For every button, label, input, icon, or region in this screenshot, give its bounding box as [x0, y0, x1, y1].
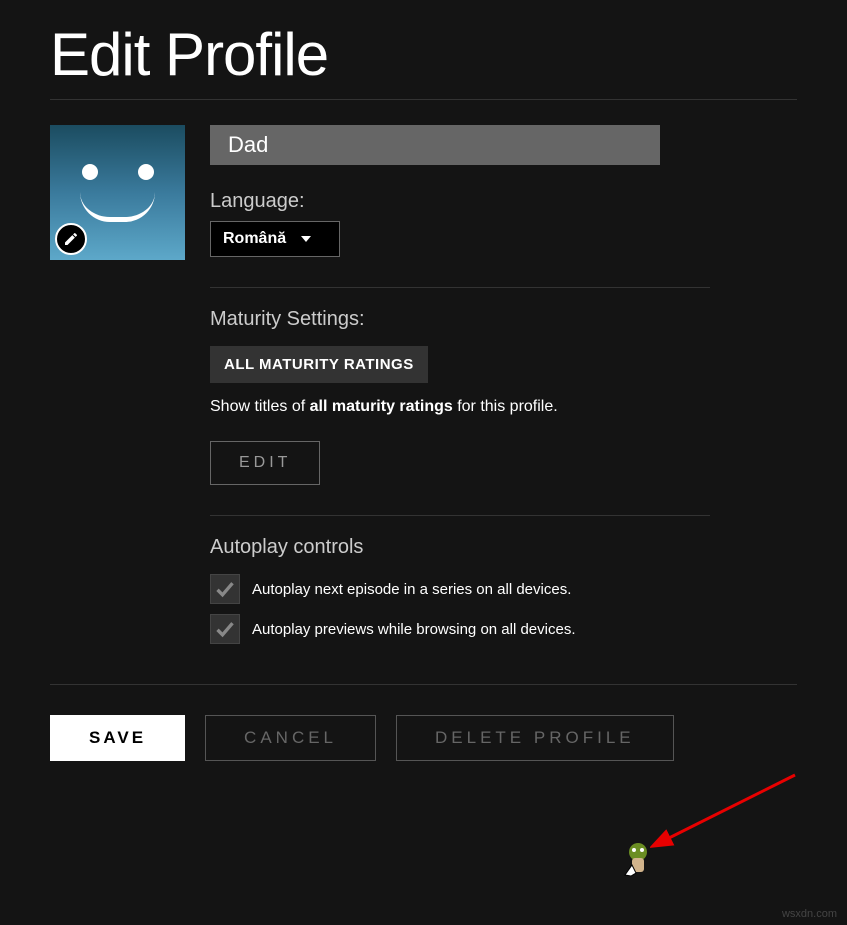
language-label: Language: — [210, 190, 710, 213]
page-title: Edit Profile — [50, 20, 797, 89]
check-icon — [215, 579, 235, 599]
autoplay-next-row: Autoplay next episode in a series on all… — [210, 574, 710, 604]
maturity-badge: ALL MATURITY RATINGS — [210, 346, 428, 383]
avatar-smile — [80, 192, 155, 222]
cancel-button[interactable]: CANCEL — [205, 715, 376, 761]
profile-name-input[interactable] — [210, 125, 660, 165]
save-button[interactable]: SAVE — [50, 715, 185, 761]
language-block: Language: Română — [210, 190, 710, 257]
avatar-eye-right — [138, 164, 154, 180]
maturity-section: Maturity Settings: ALL MATURITY RATINGS … — [210, 308, 710, 485]
autoplay-next-checkbox[interactable] — [210, 574, 240, 604]
footer-divider — [50, 684, 797, 685]
maturity-description: Show titles of all maturity ratings for … — [210, 398, 710, 416]
pencil-icon — [63, 231, 79, 247]
chevron-down-icon — [301, 236, 311, 242]
section-divider-maturity — [210, 287, 710, 288]
autoplay-label: Autoplay controls — [210, 536, 710, 559]
avatar-column — [50, 125, 185, 260]
avatar-eyes — [82, 164, 154, 180]
autoplay-preview-row: Autoplay previews while browsing on all … — [210, 614, 710, 644]
watermark-text: wsxdn.com — [782, 908, 837, 920]
profile-main-row: Language: Română Maturity Settings: ALL … — [50, 100, 797, 654]
profile-content: Language: Română Maturity Settings: ALL … — [210, 125, 710, 654]
edit-maturity-button[interactable]: EDIT — [210, 441, 320, 485]
language-dropdown[interactable]: Română — [210, 221, 340, 257]
section-divider-autoplay — [210, 515, 710, 516]
annotation-cursor-icon — [620, 840, 660, 880]
language-selected-value: Română — [223, 230, 286, 248]
maturity-desc-bold: all maturity ratings — [310, 398, 453, 415]
annotation-arrow — [650, 770, 800, 850]
maturity-label: Maturity Settings: — [210, 308, 710, 331]
maturity-desc-suffix: for this profile. — [453, 398, 558, 415]
footer-buttons: SAVE CANCEL DELETE PROFILE — [0, 715, 847, 761]
maturity-desc-prefix: Show titles of — [210, 398, 310, 415]
autoplay-preview-text: Autoplay previews while browsing on all … — [252, 621, 576, 638]
check-icon — [215, 619, 235, 639]
autoplay-section: Autoplay controls Autoplay next episode … — [210, 536, 710, 644]
edit-avatar-button[interactable] — [55, 223, 87, 255]
autoplay-preview-checkbox[interactable] — [210, 614, 240, 644]
delete-profile-button[interactable]: DELETE PROFILE — [396, 715, 674, 761]
autoplay-next-text: Autoplay next episode in a series on all… — [252, 581, 571, 598]
avatar-eye-left — [82, 164, 98, 180]
